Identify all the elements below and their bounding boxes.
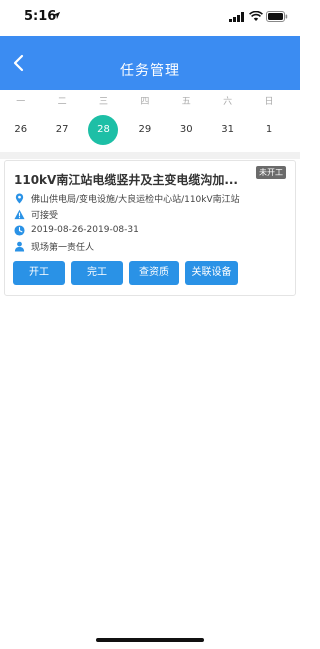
weekday-label: 五 — [181, 97, 191, 107]
task-availability-row: 可接受 — [14, 207, 58, 221]
clock-icon — [14, 224, 25, 236]
task-location: 佛山供电局/变电设施/大良运检中心站/110kV南江站 — [31, 194, 240, 205]
wifi-icon — [249, 11, 263, 21]
weekday-label: 二 — [57, 97, 67, 107]
weekday-label: 一 — [16, 97, 26, 107]
location-arrow-icon — [52, 11, 61, 20]
complete-work-button[interactable]: 完工 — [71, 261, 123, 285]
page-title: 任务管理 — [120, 63, 180, 79]
nav-bar: 任务管理 — [0, 36, 300, 90]
signal-icon — [229, 12, 244, 22]
selected-day-number: 28 — [88, 115, 119, 145]
start-work-button[interactable]: 开工 — [13, 261, 65, 285]
week-calendar: 一 二 三 四 五 六 日 26 27 28 29 30 31 1 — [0, 90, 300, 152]
status-badge: 未开工 — [256, 166, 286, 179]
day-row: 26 27 28 29 30 31 1 — [0, 115, 300, 145]
weekday-label: 三 — [98, 97, 108, 107]
home-indicator — [96, 638, 204, 642]
calendar-day[interactable]: 26 — [0, 116, 41, 144]
calendar-day[interactable]: 29 — [124, 116, 165, 144]
task-title: 110kV南江站电缆竖井及主变电缆沟加... — [14, 173, 238, 187]
task-location-row: 佛山供电局/变电设施/大良运检中心站/110kV南江站 — [14, 191, 240, 205]
weekday-label: 四 — [140, 97, 150, 107]
weekday-header: 一 二 三 四 五 六 日 — [0, 94, 300, 110]
calendar-day[interactable]: 31 — [207, 116, 248, 144]
task-date-range: 2019-08-26-2019-08-31 — [31, 225, 139, 235]
weekday-label: 日 — [264, 97, 274, 107]
task-card[interactable]: 110kV南江站电缆竖井及主变电缆沟加... 未开工 佛山供电局/变电设施/大良… — [4, 160, 296, 296]
status-bar: 5:16 — [0, 0, 300, 36]
warning-icon — [14, 209, 25, 219]
task-availability: 可接受 — [31, 210, 59, 221]
calendar-day-selected[interactable]: 28 — [83, 115, 124, 145]
calendar-day[interactable]: 27 — [41, 116, 82, 144]
calendar-day[interactable]: 1 — [248, 116, 289, 144]
task-owner: 现场第一责任人 — [31, 242, 95, 253]
map-pin-icon — [15, 192, 24, 204]
calendar-day[interactable]: 30 — [166, 116, 207, 144]
person-icon — [14, 241, 25, 252]
check-qualification-button[interactable]: 查资质 — [129, 261, 179, 285]
linked-devices-button[interactable]: 关联设备 — [185, 261, 238, 285]
task-actions: 开工 完工 查资质 关联设备 — [13, 261, 238, 285]
weekday-label: 六 — [223, 97, 233, 107]
battery-icon — [266, 11, 288, 22]
task-date-row: 2019-08-26-2019-08-31 — [14, 223, 139, 237]
section-divider — [0, 152, 300, 159]
task-owner-row: 现场第一责任人 — [14, 239, 94, 253]
